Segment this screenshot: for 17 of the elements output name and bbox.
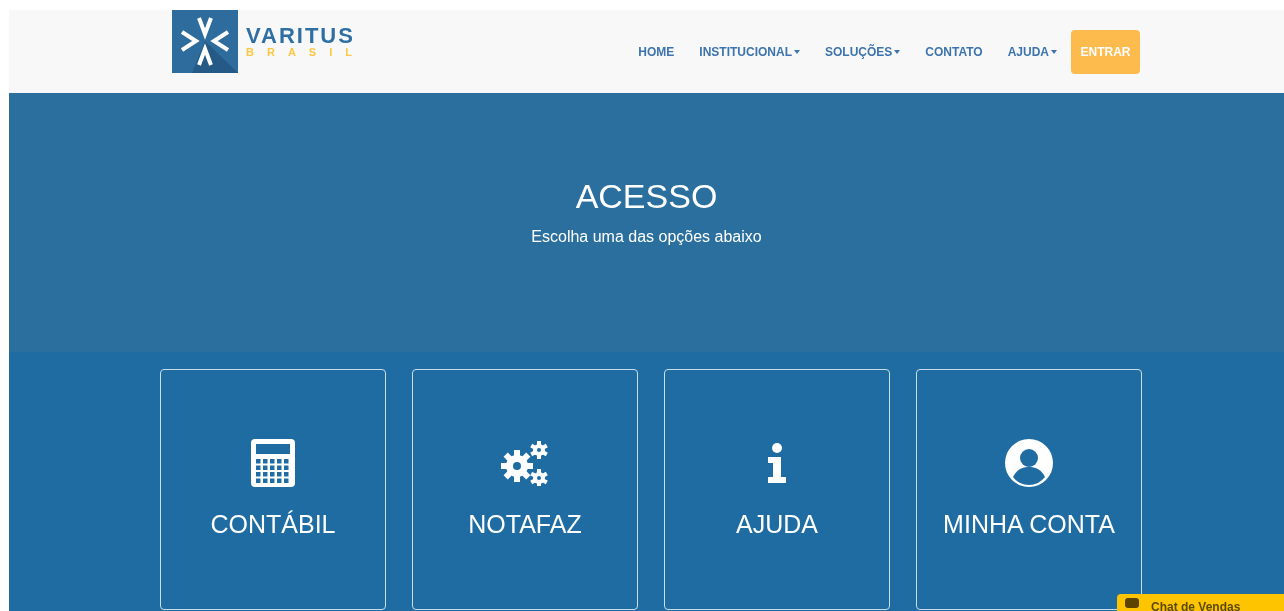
- access-card[interactable]: CONTÁBIL: [160, 369, 386, 610]
- chat-tab[interactable]: Chat de Vendas: [1117, 594, 1284, 611]
- calculator-icon: [251, 439, 295, 487]
- hero-subtitle: Escolha uma das opções abaixo: [531, 227, 762, 247]
- info-icon: [768, 443, 786, 483]
- nav-link[interactable]: CONTATO: [925, 42, 983, 61]
- access-card[interactable]: NOTAFAZ: [412, 369, 638, 610]
- nav-link[interactable]: HOME: [638, 42, 675, 61]
- nav-link[interactable]: INSTITUCIONAL: [699, 42, 800, 61]
- nav-link[interactable]: AJUDA: [1007, 42, 1057, 61]
- logo-name: VARITUS: [246, 25, 356, 47]
- nav-link[interactable]: SOLUÇÕES: [825, 42, 901, 61]
- access-card[interactable]: AJUDA: [664, 369, 890, 610]
- hero-title: ACESSO: [575, 179, 718, 213]
- user-icon: [1005, 439, 1053, 487]
- chat-icon: [1125, 598, 1139, 608]
- logo-subtitle: BRASIL: [246, 47, 365, 58]
